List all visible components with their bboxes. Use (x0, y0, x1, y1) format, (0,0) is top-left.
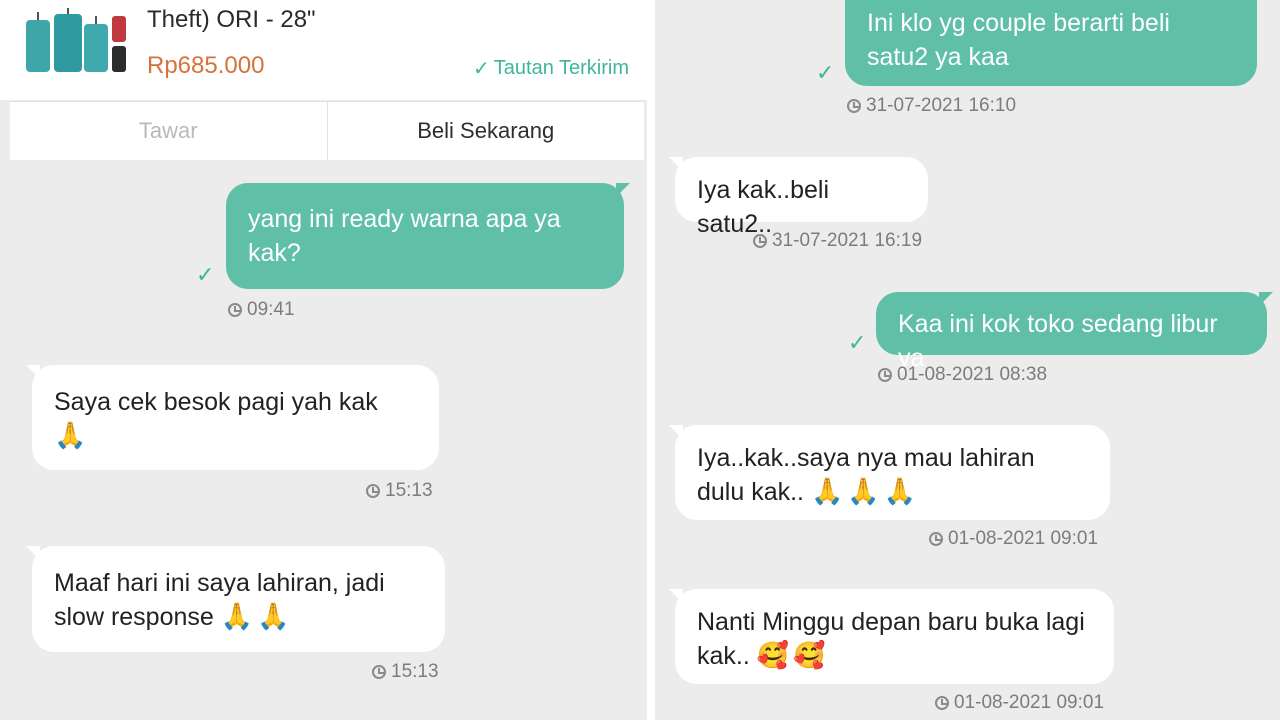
offer-button[interactable]: Tawar (10, 102, 328, 160)
message-timestamp: 15:13 (372, 661, 439, 683)
clock-icon (753, 234, 767, 248)
luggage-thumbnail (26, 8, 126, 72)
message-text: Nanti Minggu depan baru buka lagi kak.. (697, 608, 1085, 670)
message-bubble-incoming: Saya cek besok pagi yah kak 🙏 (26, 365, 439, 470)
praying-hands-emoji: 🙏 (54, 421, 91, 451)
panel-divider (647, 0, 655, 720)
clock-icon (847, 99, 861, 113)
check-icon: ✓ (473, 58, 490, 80)
check-icon: ✓ (848, 330, 867, 355)
message-bubble-incoming: Nanti Minggu depan baru buka lagi kak.. … (669, 589, 1114, 684)
check-icon: ✓ (816, 60, 835, 85)
clock-icon (929, 532, 943, 546)
product-title: Theft) ORI - 28" (147, 6, 316, 33)
check-icon: ✓ (196, 262, 215, 287)
link-sent-label: Tautan Terkirim (493, 57, 629, 79)
timestamp-text: 01-08-2021 09:01 (954, 692, 1105, 713)
message-bubble-incoming: Iya kak..beli satu2.. (669, 157, 928, 238)
product-actions: Tawar Beli Sekarang (10, 101, 644, 160)
product-card[interactable]: Theft) ORI - 28" Rp685.000 ✓ Tautan Terk… (0, 0, 647, 100)
link-sent-status: ✓ Tautan Terkirim (473, 56, 629, 81)
clock-icon (228, 303, 242, 317)
message-text: Ini klo yg couple berarti beli satu2 ya … (867, 9, 1170, 71)
message-bubble-incoming: Iya..kak..saya nya mau lahiran dulu kak.… (669, 425, 1110, 520)
message-bubble-outgoing: yang ini ready warna apa ya kak? (226, 183, 630, 289)
clock-icon (878, 368, 892, 382)
message-timestamp: 01-08-2021 08:38 (878, 364, 1047, 386)
clock-icon (372, 665, 386, 679)
chat-panel-left: Theft) ORI - 28" Rp685.000 ✓ Tautan Terk… (0, 0, 647, 720)
praying-hands-emoji: 🙏🙏🙏 (810, 477, 921, 507)
clock-icon (935, 696, 949, 710)
timestamp-text: 09:41 (247, 299, 295, 320)
buy-now-button[interactable]: Beli Sekarang (328, 102, 645, 160)
message-timestamp: 09:41 (228, 299, 295, 321)
message-timestamp: 01-08-2021 09:01 (929, 528, 1098, 550)
message-bubble-incoming: Maaf hari ini saya lahiran, jadi slow re… (26, 546, 445, 652)
timestamp-text: 31-07-2021 16:19 (772, 230, 923, 251)
product-price: Rp685.000 (147, 52, 265, 79)
message-text: yang ini ready warna apa ya kak? (248, 205, 561, 267)
message-timestamp: 15:13 (366, 480, 433, 502)
message-text: Maaf hari ini saya lahiran, jadi slow re… (54, 569, 385, 631)
timestamp-text: 01-08-2021 09:01 (948, 528, 1099, 549)
chat-panel-right: Ini klo yg couple berarti beli satu2 ya … (655, 0, 1280, 720)
timestamp-text: 15:13 (385, 480, 433, 501)
message-bubble-outgoing: Ini klo yg couple berarti beli satu2 ya … (845, 0, 1257, 86)
timestamp-text: 01-08-2021 08:38 (897, 364, 1048, 385)
timestamp-text: 31-07-2021 16:10 (866, 95, 1017, 116)
message-timestamp: 31-07-2021 16:19 (753, 230, 922, 252)
message-bubble-outgoing: Kaa ini kok toko sedang libur ya (876, 292, 1273, 372)
timestamp-text: 15:13 (391, 661, 439, 682)
message-text: Saya cek besok pagi yah kak (54, 388, 378, 416)
clock-icon (366, 484, 380, 498)
message-timestamp: 01-08-2021 09:01 (935, 692, 1104, 714)
smiling-face-with-hearts-emoji: 🥰🥰 (756, 641, 830, 671)
praying-hands-emoji: 🙏🙏 (220, 602, 294, 632)
message-timestamp: 31-07-2021 16:10 (847, 95, 1016, 117)
